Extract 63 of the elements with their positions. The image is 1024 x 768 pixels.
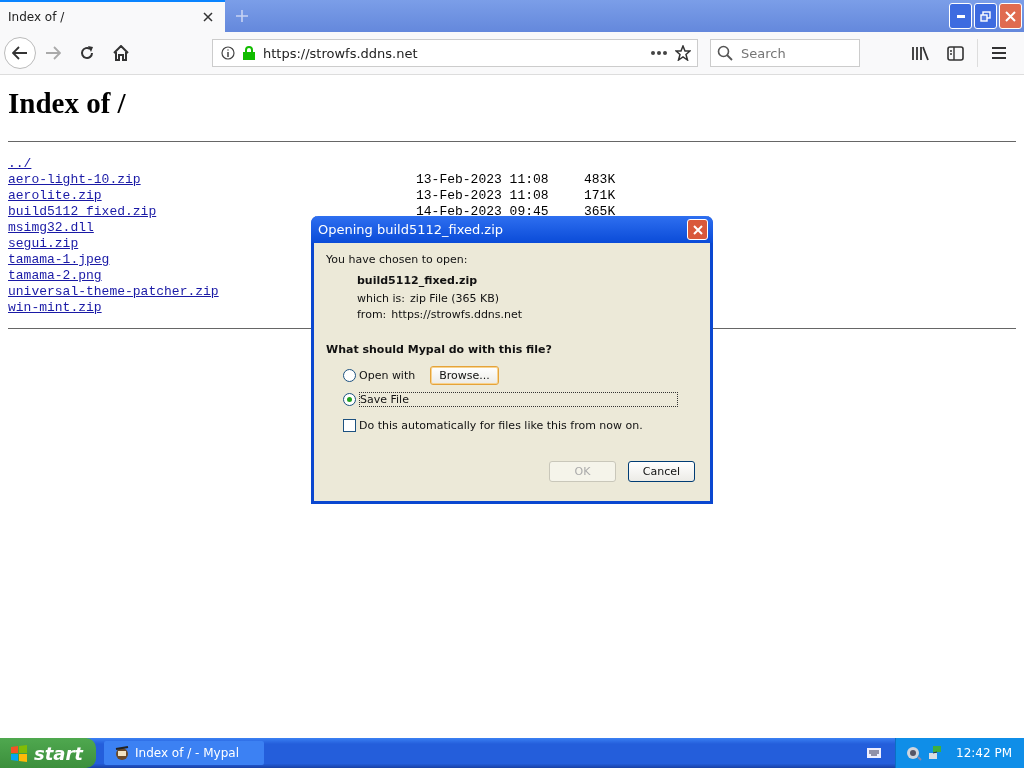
- file-link[interactable]: tamama-2.png: [8, 268, 102, 283]
- url-text: https://strowfs.ddns.net: [263, 45, 419, 61]
- back-arrow-icon: [12, 46, 28, 60]
- dialog-title: Opening build5112_fixed.zip: [318, 222, 504, 237]
- file-link[interactable]: win-mint.zip: [8, 300, 102, 315]
- file-name: build5112_fixed.zip: [357, 274, 479, 287]
- minimize-icon: [956, 14, 965, 18]
- file-link[interactable]: segui.zip: [8, 236, 79, 251]
- intro-text: You have chosen to open:: [326, 253, 469, 266]
- restore-button[interactable]: [974, 3, 997, 29]
- file-link[interactable]: aero-light-10.zip: [8, 172, 141, 187]
- file-date: 14-Feb-2023 09:45: [416, 204, 549, 219]
- file-size: 483K: [584, 172, 616, 188]
- windows-flag-icon: [10, 744, 28, 762]
- checkbox[interactable]: [343, 418, 356, 432]
- app-icon: [114, 745, 130, 761]
- file-date: 13-Feb-2023 11:08: [416, 188, 549, 203]
- file-link[interactable]: aerolite.zip: [8, 188, 102, 203]
- home-icon[interactable]: [113, 45, 129, 61]
- browser-tab[interactable]: Index of /: [0, 0, 225, 32]
- taskbar-button[interactable]: Index of / - Mypal: [104, 741, 264, 765]
- sidebar-icon[interactable]: [947, 45, 964, 61]
- file-size: 171K: [584, 188, 616, 204]
- search-field[interactable]: Search: [710, 39, 860, 67]
- close-icon[interactable]: [203, 12, 213, 22]
- more-icon[interactable]: [651, 51, 667, 55]
- option-label[interactable]: Save File: [359, 391, 678, 407]
- back-button[interactable]: [4, 37, 36, 69]
- lock-icon: [243, 46, 255, 60]
- file-link[interactable]: msimg32.dll: [8, 220, 94, 235]
- file-size: 365K: [584, 204, 616, 220]
- menu-icon[interactable]: [991, 46, 1007, 60]
- clock: 12:42 PM: [956, 746, 1012, 760]
- reload-icon[interactable]: [79, 45, 95, 61]
- browse-button[interactable]: Browse...: [430, 365, 499, 385]
- star-icon[interactable]: [675, 45, 691, 61]
- minimize-button[interactable]: [949, 3, 972, 29]
- restore-icon: [980, 10, 991, 22]
- address-bar[interactable]: https://strowfs.ddns.net: [212, 39, 698, 67]
- info-icon[interactable]: [221, 46, 235, 60]
- radio-button[interactable]: [343, 392, 356, 406]
- question-text: What should Mypal do with this file?: [326, 343, 553, 356]
- file-link[interactable]: build5112_fixed.zip: [8, 204, 157, 219]
- file-date: 13-Feb-2023 11:08: [416, 172, 549, 187]
- cancel-button[interactable]: Cancel: [628, 461, 695, 482]
- file-link[interactable]: tamama-1.jpeg: [8, 252, 110, 267]
- network-icon[interactable]: [928, 745, 944, 761]
- info-label: which is:: [357, 292, 406, 305]
- close-button[interactable]: [999, 3, 1022, 29]
- close-button[interactable]: [687, 219, 708, 240]
- file-source: https://strowfs.ddns.net: [391, 308, 523, 321]
- keyboard-icon[interactable]: [867, 748, 881, 758]
- option-label[interactable]: Open with: [359, 368, 416, 382]
- page-heading: Index of /: [8, 87, 127, 120]
- close-icon: [1005, 10, 1016, 22]
- file-type: zip File (365 KB): [410, 292, 500, 305]
- info-label: from:: [357, 308, 387, 321]
- file-link[interactable]: ../: [8, 156, 32, 171]
- checkbox-label[interactable]: Do this automatically for files like this from now on.: [359, 418, 643, 432]
- library-icon[interactable]: [911, 45, 929, 61]
- file-link[interactable]: universal-theme-patcher.zip: [8, 284, 219, 299]
- close-icon: [692, 224, 703, 235]
- radio-button[interactable]: [343, 368, 356, 382]
